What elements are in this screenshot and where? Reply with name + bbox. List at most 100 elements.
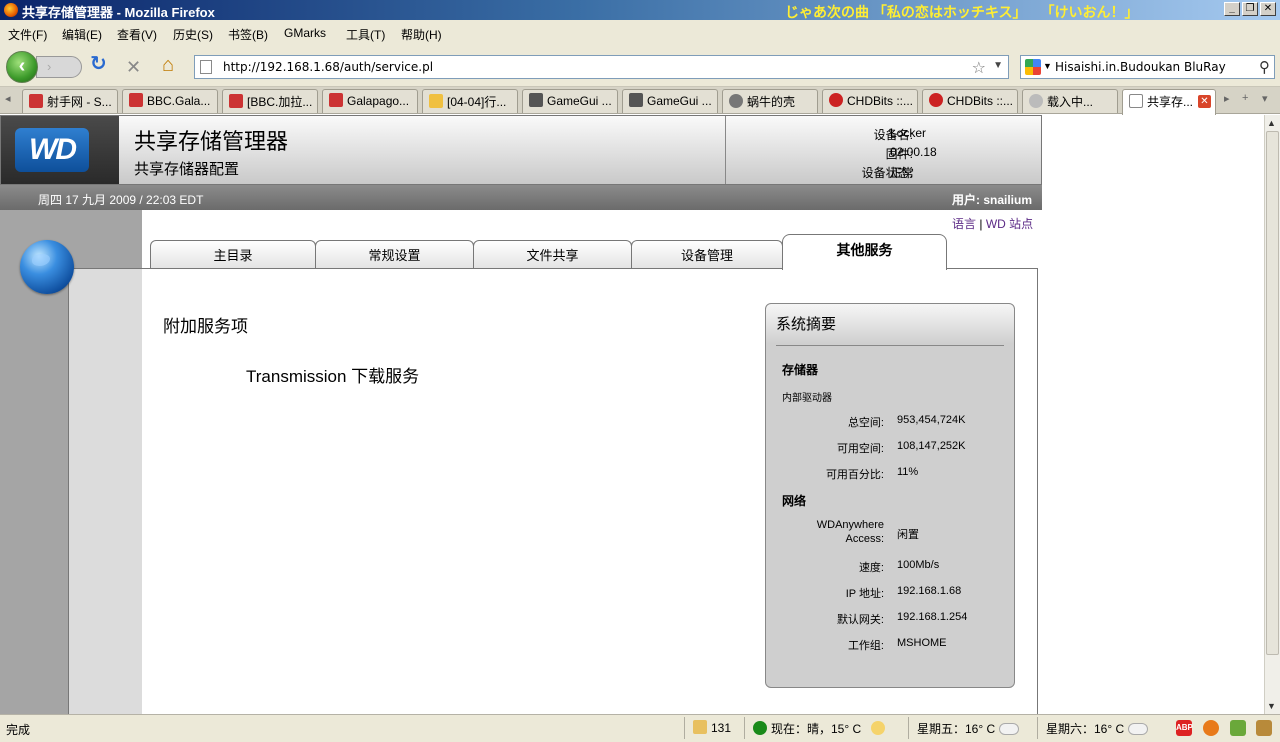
tab-scroll-left-icon[interactable]: ◂ [5,92,11,105]
minimize-button[interactable]: _ [1224,2,1240,16]
menu-help[interactable]: 帮助(H) [401,26,442,43]
tab-site-icon [529,93,543,107]
weather-saturday[interactable]: 星期六：16° C [1037,717,1154,739]
tab-other-services[interactable]: 其他服务 [782,234,947,270]
section-title: 附加服务项 [163,317,248,336]
gateway-label: 默认网关: [836,614,884,626]
browser-tab[interactable]: GameGui ... [622,89,718,113]
maximize-button[interactable]: ❐ [1242,2,1258,16]
language-link[interactable]: 语言 [952,217,976,231]
browser-tab[interactable]: CHDBits ::... [822,89,918,113]
total-space-value: 953,454,724K [897,414,966,426]
logo-panel: WD [1,116,119,184]
tab-site-icon [829,93,843,107]
status-bar: 完成 131 现在：晴，15° C 星期五：16° C 星期六：16° C AB… [0,714,1280,742]
menu-bookmarks[interactable]: 书签(B) [228,26,268,43]
summary-title: 系统摘要 [776,316,837,333]
datetime: 周四 17 九月 2009 / 22:03 EDT [38,193,204,207]
tab-site-icon [329,93,343,107]
search-input[interactable] [1055,59,1250,75]
tab-site-icon [29,94,43,108]
firmware-value: 02.00.18 [890,145,937,159]
wd-site-link[interactable]: WD 站点 [986,217,1033,231]
header-links: 语言 | WD 站点 [952,215,1033,232]
browser-tab-active[interactable]: 共享存... ✕ [1122,89,1216,115]
browser-tab[interactable]: 射手网 - S... [22,89,118,113]
menu-view[interactable]: 查看(V) [117,26,157,43]
tab-site-icon [929,93,943,107]
menu-edit[interactable]: 编辑(E) [62,26,102,43]
page-icon [200,60,212,74]
browser-tab-bar: ◂ 射手网 - S... BBC.Gala... [BBC.加拉... Gala… [0,87,1280,115]
browser-tab[interactable]: CHDBits ::... [922,89,1018,113]
browser-tab[interactable]: 蜗牛的壳 [722,89,818,113]
back-button[interactable]: ‹ [6,51,38,83]
scroll-up-icon[interactable]: ▲ [1267,118,1276,128]
browser-tab[interactable]: [04-04]行... [422,89,518,113]
menu-file[interactable]: 文件(F) [8,26,47,43]
navigation-toolbar: › ‹ ↻ ✕ ⌂ ☆ ▼ ▼ ⚲ [0,46,1280,87]
sidebar-inner [68,268,142,714]
header-divider [725,116,726,184]
greasemonkey-icon[interactable] [1230,720,1246,736]
firefox-addon-icon[interactable] [1203,720,1219,736]
free-percent-label: 可用百分比: [825,469,884,481]
browser-tab[interactable]: BBC.Gala... [122,89,218,113]
firefox-icon [4,3,18,17]
tab-site-icon [629,93,643,107]
menu-history[interactable]: 历史(S) [173,26,213,43]
tab-general-settings[interactable]: 常规设置 [315,240,474,268]
weather-now[interactable]: 现在：晴，15° C [744,717,895,739]
stop-icon[interactable]: ✕ [126,58,141,76]
reload-icon[interactable]: ↻ [90,54,107,74]
engine-dropdown-icon[interactable]: ▼ [1043,61,1052,71]
google-engine-icon[interactable] [1025,59,1041,75]
menu-tools[interactable]: 工具(T) [346,26,385,43]
ip-address-value: 192.168.1.68 [897,585,962,597]
tab-list-icon[interactable]: ▾ [1262,92,1268,105]
search-icon[interactable]: ⚲ [1259,58,1270,76]
link-separator: | [979,217,983,231]
forward-button[interactable]: › [36,56,82,78]
tab-home[interactable]: 主目录 [150,240,316,268]
browser-tab[interactable]: Galapago... [322,89,418,113]
tab-page-icon [1129,94,1143,108]
ip-address-label: IP 地址: [845,588,884,600]
adblock-icon[interactable]: ABP [1176,720,1193,736]
tab-scroll-right-icon[interactable]: ▸ [1224,92,1230,105]
app-title: 共享存储管理器 [134,129,289,154]
total-space-label: 总空间: [847,417,884,429]
url-input[interactable] [223,59,963,75]
scrollbar-thumb[interactable] [1266,131,1279,655]
browser-tab[interactable]: [BBC.加拉... [222,89,318,113]
device-status-value: 正常 [890,166,915,180]
info-bar: 周四 17 九月 2009 / 22:03 EDT 用户: snailium [0,185,1042,210]
search-bar[interactable]: ▼ ⚲ [1020,55,1275,79]
workgroup-label: 工作组: [847,640,884,652]
home-icon[interactable]: ⌂ [162,55,174,75]
tab-device-management[interactable]: 设备管理 [631,240,783,268]
url-bar[interactable]: ☆ ▼ [194,55,1009,79]
menu-gmarks[interactable]: GMarks [284,26,326,40]
back-icon: ‹ [18,55,26,77]
url-dropdown-icon[interactable]: ▼ [993,60,1003,71]
wdanywhere-label-line2: Access: [845,533,884,545]
partly-cloudy-icon [1124,718,1149,735]
page-scrollbar[interactable]: ▲ ▼ [1264,115,1280,714]
weather-friday[interactable]: 星期五：16° C [908,717,1025,739]
status-green-icon [753,721,767,735]
browser-tab[interactable]: 载入中... [1022,89,1118,113]
tab-site-icon [729,94,743,108]
window-title-bar[interactable]: 共享存储管理器 - Mozilla Firefox じゃあ次の曲 「私の恋はホッ… [0,0,1280,20]
bookmark-star-icon[interactable]: ☆ [972,58,986,78]
tab-file-sharing[interactable]: 文件共享 [473,240,632,268]
tool-icon[interactable] [1256,720,1272,736]
close-tab-icon[interactable]: ✕ [1198,95,1211,108]
close-window-button[interactable]: ✕ [1260,2,1276,16]
wd-header: WD 共享存储管理器 共享存储器配置 设备名: Locker 固件: 02.00… [0,115,1042,185]
scroll-down-icon[interactable]: ▼ [1267,701,1276,711]
new-tab-icon[interactable]: + [1242,92,1248,104]
mail-counter[interactable]: 131 [684,717,737,739]
browser-tab[interactable]: GameGui ... [522,89,618,113]
transmission-service-link[interactable]: Transmission 下载服务 [246,362,419,387]
